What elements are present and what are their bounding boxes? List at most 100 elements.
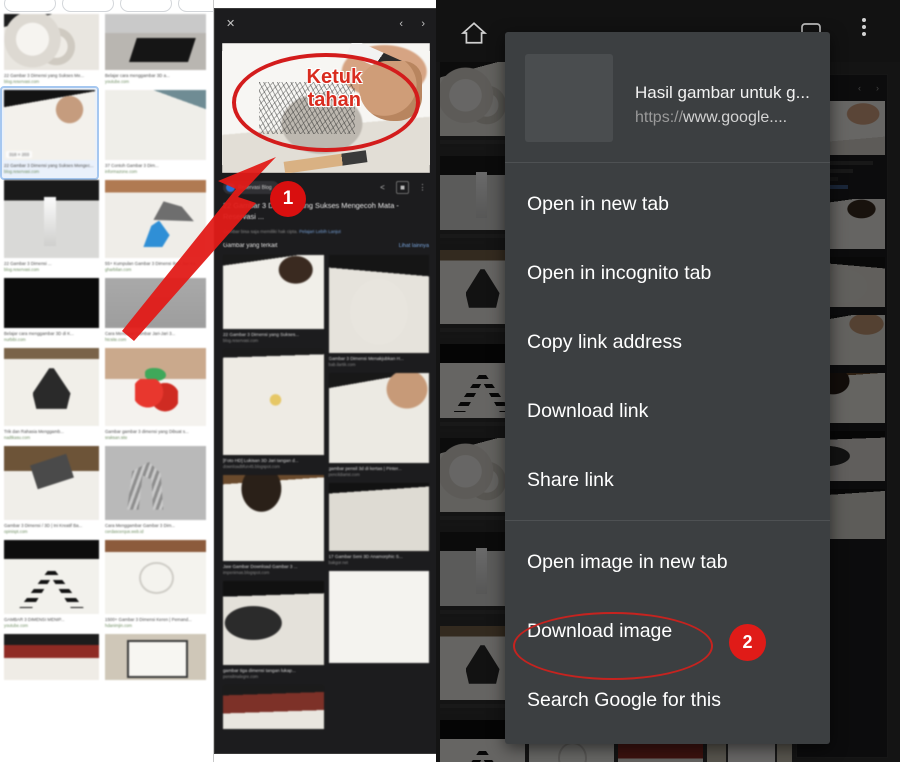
- result-card[interactable]: 22 Gambar 3 Dimensi ... blog.reservasi.co…: [4, 180, 99, 273]
- result-caption: 1500+ Gambar 3 Dimensi Keren | Pemand...: [105, 617, 192, 622]
- chevron-left-icon[interactable]: ‹: [399, 18, 403, 30]
- result-thumbnail[interactable]: [105, 14, 206, 70]
- menu-item-open-in-incognito-tab[interactable]: Open in incognito tab: [505, 238, 830, 307]
- related-image-card[interactable]: gambar pensil 3d di kertas | Pinter... pe…: [328, 373, 429, 478]
- related-image-card[interactable]: [223, 685, 324, 729]
- dimmed-source: [440, 335, 485, 338]
- result-thumbnail[interactable]: [105, 446, 206, 520]
- result-card[interactable]: Belajar cara menggambar 3D a... youtube.c…: [105, 14, 206, 85]
- annotation-red-arrow: [122, 157, 276, 341]
- related-image-card[interactable]: [328, 571, 429, 663]
- dimmed-caption: [440, 704, 514, 708]
- dimmed-source: [440, 617, 485, 620]
- thumbnail-artwork: [105, 348, 206, 426]
- related-image-caption: Jaw Gambar Download Gambar 3 ...: [223, 564, 298, 569]
- related-image-source: impenimas.blogspot.com: [223, 570, 270, 575]
- related-image-caption: 17 Gambar Seni 3D Anamorphic S...: [328, 554, 403, 559]
- image-dimensions-badge: 318 × 203: [6, 151, 33, 158]
- result-thumbnail[interactable]: [4, 180, 99, 258]
- result-thumbnail[interactable]: [4, 634, 99, 680]
- related-image-caption: [Foto HD] Lukisan 3D Jari tangan d...: [223, 458, 299, 463]
- related-image-thumbnail[interactable]: [223, 685, 324, 729]
- filter-chip[interactable]: [178, 0, 213, 12]
- result-caption: Belajar cara menggambar 3D di K...: [4, 331, 74, 336]
- menu-item-download-link[interactable]: Download link: [505, 376, 830, 445]
- result-card[interactable]: Gambar 3 Dimensi / 3D | Ini Kreatif Ba..…: [4, 446, 99, 535]
- result-card[interactable]: 22 Gambar 3 Dimensi yang Sukses Me... blo…: [4, 14, 99, 85]
- result-caption: Cara Menggambar Gambar 3 Dim...: [105, 523, 176, 528]
- filter-chip[interactable]: [120, 0, 172, 12]
- filter-chip[interactable]: [4, 0, 56, 12]
- result-thumbnail[interactable]: [4, 14, 99, 70]
- related-image-thumbnail[interactable]: [328, 571, 429, 663]
- annotation-line-1: Ketuk: [306, 66, 363, 89]
- result-thumbnail[interactable]: [105, 634, 206, 680]
- menu-item-copy-link-address[interactable]: Copy link address: [505, 307, 830, 376]
- thumbnail-artwork: [4, 634, 99, 680]
- menu-item-open-image-in-new-tab[interactable]: Open image in new tab: [505, 527, 830, 596]
- result-thumbnail[interactable]: [105, 348, 206, 426]
- dimmed-caption: [440, 328, 514, 332]
- related-image-thumbnail[interactable]: [328, 483, 429, 551]
- result-source: nadtkasu.com: [4, 435, 31, 440]
- annotation-step-badge-1: 1: [270, 181, 306, 217]
- google-images-results-panel: 22 Gambar 3 Dimensi yang Sukses Me... blo…: [0, 0, 214, 762]
- result-card[interactable]: 1500+ Gambar 3 Dimensi Keren | Pemand...…: [105, 540, 206, 629]
- close-icon[interactable]: ✕: [226, 18, 235, 30]
- result-card[interactable]: Cara Menggambar Gambar 3 Dim... cerdascer…: [105, 446, 206, 535]
- home-icon[interactable]: [460, 20, 488, 46]
- three-dot-menu-icon[interactable]: [862, 18, 866, 36]
- menu-item-search-google-for-this[interactable]: Search Google for this: [505, 665, 830, 734]
- thumbnail-artwork: [105, 540, 206, 614]
- related-image-card[interactable]: Jaw Gambar Download Gambar 3 ... impenima…: [223, 475, 324, 576]
- related-image-card[interactable]: 17 Gambar Seni 3D Anamorphic S... bakgor.…: [328, 483, 429, 566]
- related-image-thumbnail[interactable]: [328, 255, 429, 353]
- related-image-thumbnail[interactable]: [223, 349, 324, 455]
- filter-chip[interactable]: [62, 0, 114, 12]
- result-card[interactable]: Belajar cara menggambar 3D di K... nurbib…: [4, 278, 99, 343]
- chevron-right-icon[interactable]: ›: [421, 18, 425, 30]
- info-icon[interactable]: ⋮: [416, 181, 429, 194]
- related-image-card[interactable]: Gambar 3 Dimensi Menakjubkan H... bab.ila…: [328, 255, 429, 368]
- result-thumbnail[interactable]: [4, 348, 99, 426]
- menu-item-share-link[interactable]: Share link: [505, 445, 830, 514]
- result-caption: Gambar 3 Dimensi / 3D | Ini Kreatif Ba..…: [4, 523, 83, 528]
- result-card[interactable]: [4, 634, 99, 680]
- hero-image[interactable]: Ketuk tahan: [222, 43, 430, 173]
- result-thumbnail[interactable]: [4, 278, 99, 328]
- annotation-text-ketuk-tahan: Ketuk tahan: [276, 66, 392, 112]
- learn-more-link[interactable]: Pelajari Lebih Lanjut: [299, 229, 341, 234]
- result-thumbnail[interactable]: [4, 446, 99, 520]
- related-image-card[interactable]: gambar tiga dimensi tangan lukap... pensi…: [223, 581, 324, 680]
- thumbnail-artwork: [4, 348, 99, 426]
- share-icon[interactable]: <: [376, 181, 389, 194]
- result-card[interactable]: GAMBAR 3 DIMENSI MENIP... youtube.com: [4, 540, 99, 629]
- dimmed-source: [440, 523, 485, 526]
- dimmed-source: [440, 711, 485, 714]
- related-image-thumbnail[interactable]: [223, 475, 324, 561]
- menu-item-download-image[interactable]: Download image: [505, 596, 830, 665]
- see-more-link[interactable]: Lihat lainnya: [399, 243, 429, 249]
- link-preview-thumbnail: [525, 54, 613, 142]
- related-image-caption: gambar tiga dimensi tangan lukap...: [223, 668, 296, 673]
- related-image-card[interactable]: [Foto HD] Lukisan 3D Jari tangan d... dow…: [223, 349, 324, 470]
- related-image-thumbnail[interactable]: [328, 373, 429, 463]
- result-card[interactable]: Gambar gambar 3 dimensi yang Dibuat s...…: [105, 348, 206, 441]
- result-card[interactable]: Trik dan Rahasia Menggamb... nadtkasu.com: [4, 348, 99, 441]
- result-thumbnail[interactable]: [105, 90, 206, 160]
- result-thumbnail[interactable]: [4, 540, 99, 614]
- result-source: hdanimjin.com: [105, 623, 132, 628]
- menu-item-open-in-new-tab[interactable]: Open in new tab: [505, 169, 830, 238]
- result-card-selected[interactable]: 318 × 203 22 Gambar 3 Dimensi yang Sukses…: [0, 86, 99, 180]
- result-thumbnail[interactable]: 318 × 203: [4, 90, 95, 160]
- dimmed-chevron-right-icon: ›: [876, 83, 879, 93]
- thumbnail-artwork: [105, 90, 206, 160]
- dimmed-source: [440, 241, 485, 244]
- link-url-host: www.google....: [683, 109, 788, 126]
- result-thumbnail[interactable]: [105, 540, 206, 614]
- bookmark-icon[interactable]: ■: [396, 181, 409, 194]
- related-image-thumbnail[interactable]: [223, 581, 324, 665]
- dimmed-caption: [440, 422, 514, 426]
- result-card[interactable]: [105, 634, 206, 680]
- related-column-right: Gambar 3 Dimensi Menakjubkan H... bab.ila…: [328, 255, 429, 729]
